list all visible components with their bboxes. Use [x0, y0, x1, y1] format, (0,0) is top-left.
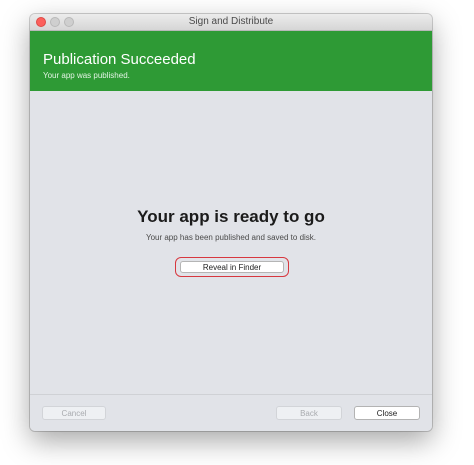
reveal-in-finder-button[interactable]: Reveal in Finder [180, 261, 284, 273]
ready-description: Your app has been published and saved to… [145, 233, 317, 242]
sign-and-distribute-window: Sign and Distribute Publication Succeede… [30, 14, 432, 431]
title-bar[interactable]: Sign and Distribute [30, 14, 432, 31]
footer-bar: Cancel Back Close [30, 394, 432, 431]
main-content: Your app is ready to go Your app has bee… [30, 91, 432, 407]
reveal-highlight-ring: Reveal in Finder [175, 257, 289, 277]
ready-headline: Your app is ready to go [137, 207, 325, 226]
banner-subtitle: Your app was published. [43, 71, 130, 80]
window-title: Sign and Distribute [188, 16, 274, 27]
cancel-button[interactable]: Cancel [42, 406, 106, 420]
status-banner: Publication Succeeded Your app was publi… [30, 31, 432, 91]
banner-title: Publication Succeeded [43, 51, 196, 68]
back-button[interactable]: Back [276, 406, 342, 420]
close-button[interactable]: Close [354, 406, 420, 420]
